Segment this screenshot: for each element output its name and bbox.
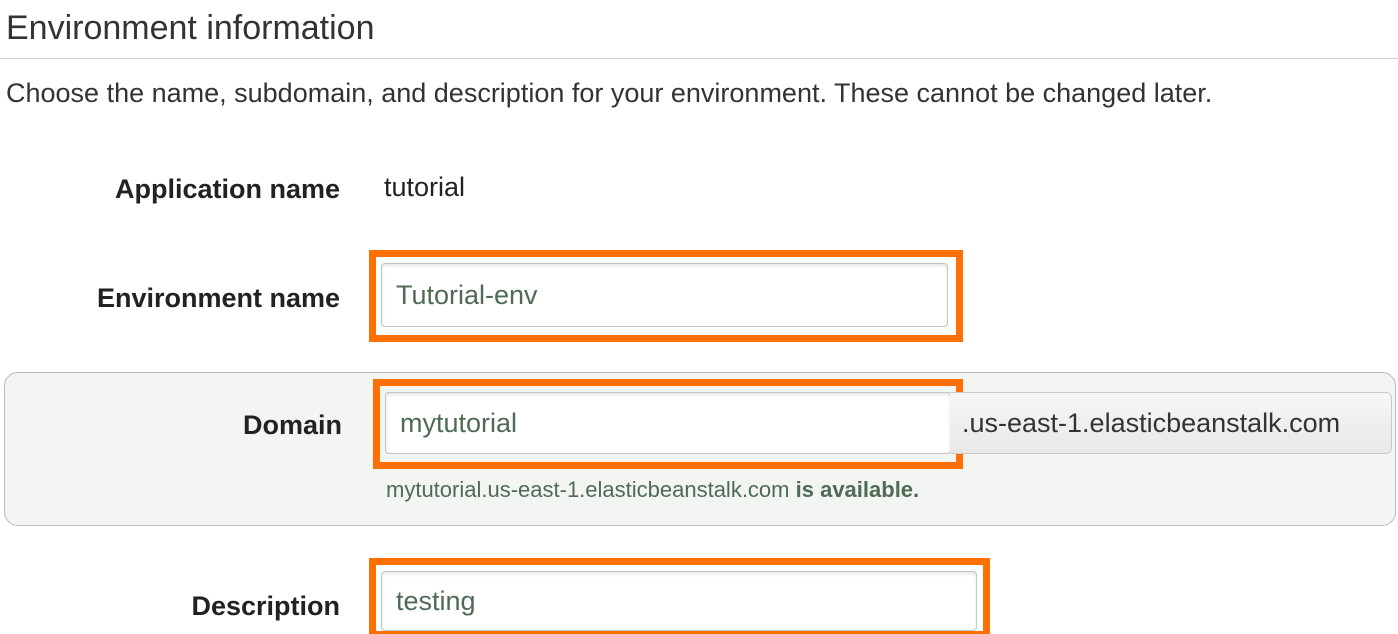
availability-domain: mytutorial.us-east-1.elasticbeanstalk.co… [386,477,790,502]
section-title: Environment information [6,9,375,47]
description-input[interactable] [381,571,977,631]
application-name-label: Application name [114,174,340,204]
domain-suffix-addon: .us-east-1.elasticbeanstalk.com [950,392,1392,454]
title-divider [0,58,1398,59]
environment-information-page: Environment information Choose the name,… [0,0,1398,634]
domain-availability-message: mytutorial.us-east-1.elasticbeanstalk.co… [386,476,919,504]
description-label: Description [191,591,340,621]
environment-name-label: Environment name [96,283,340,313]
domain-label: Domain [242,410,342,440]
section-description: Choose the name, subdomain, and descript… [6,78,1213,108]
environment-name-input[interactable] [381,263,948,327]
application-name-value: tutorial [384,172,466,202]
domain-input[interactable] [385,392,951,454]
availability-status: is available. [795,477,920,502]
